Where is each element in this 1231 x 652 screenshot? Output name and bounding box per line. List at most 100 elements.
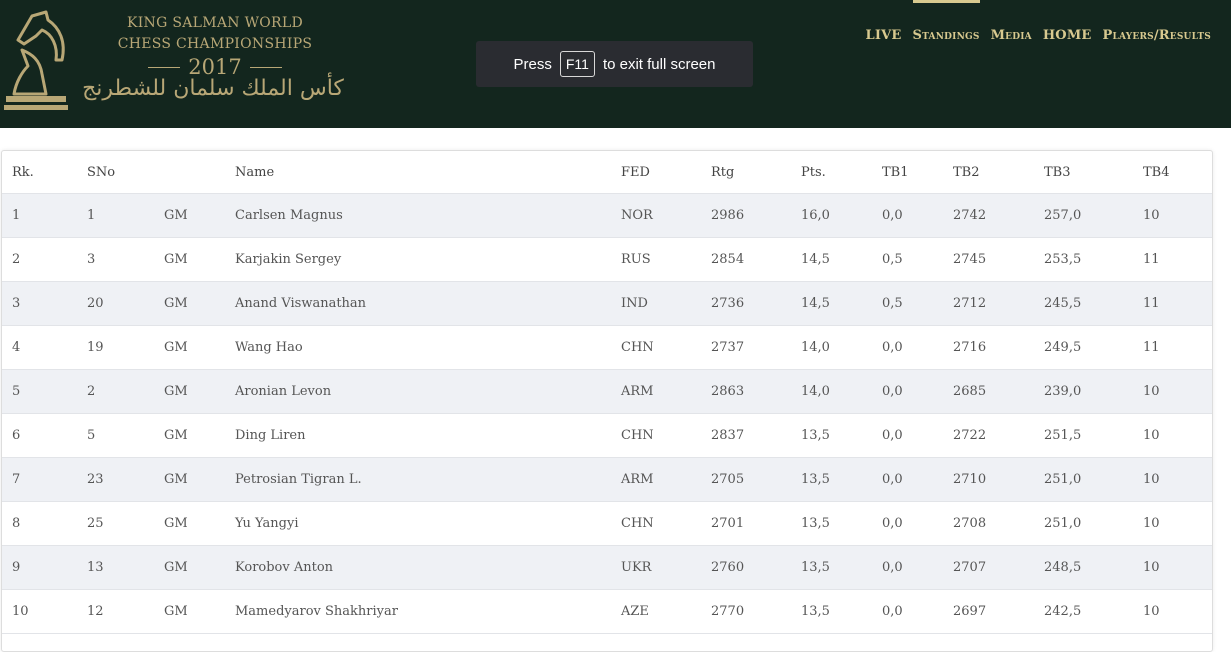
sno-cell: 23 <box>87 457 164 502</box>
table-row[interactable]: 3 20 GM Anand Viswanathan IND 2736 14,5 0,5 2712… <box>2 281 1212 326</box>
table-row[interactable]: 7 23 GM Petrosian Tigran L. ARM 2705 13,5 0,0 27… <box>2 457 1212 502</box>
toast-prefix: Press <box>513 55 552 73</box>
title-cell: GM <box>164 369 235 414</box>
tb4-cell: 10 <box>1143 457 1212 502</box>
rating-cell: 2837 <box>711 413 801 458</box>
tb2-cell: 2716 <box>953 325 1044 370</box>
rating-cell: 2854 <box>711 237 801 282</box>
column-header-rank[interactable]: Rk. <box>2 151 87 194</box>
column-header-name[interactable]: Name <box>235 151 621 194</box>
tb1-cell: 0,0 <box>882 545 953 590</box>
title-cell: GM <box>164 413 235 458</box>
tb1-cell: 0,0 <box>882 369 953 414</box>
player-name-link[interactable]: Aronian Levon <box>235 369 621 414</box>
player-name-link[interactable]: Karjakin Sergey <box>235 237 621 282</box>
tb2-cell: 2685 <box>953 369 1044 414</box>
divider <box>249 66 282 68</box>
column-header-rtg[interactable]: Rtg <box>711 151 801 194</box>
tb3-cell: 242,5 <box>1044 589 1143 634</box>
tb1-cell: 0,5 <box>882 237 953 282</box>
federation-cell: CHN <box>621 325 711 370</box>
sno-cell: 20 <box>87 281 164 326</box>
table-row[interactable]: 8 25 GM Yu Yangyi CHN 2701 13,5 0,0 2708 251,0 10 <box>2 501 1212 546</box>
points-cell: 14,0 <box>801 369 882 414</box>
federation-cell: AZE <box>621 589 711 634</box>
points-cell: 14,5 <box>801 281 882 326</box>
rank-cell: 10 <box>2 589 87 634</box>
column-header-tb1[interactable]: TB1 <box>882 151 953 194</box>
nav-media[interactable]: Media <box>991 28 1032 43</box>
tb2-cell: 2708 <box>953 501 1044 546</box>
table-row[interactable]: 1 1 GM Carlsen Magnus NOR 2986 16,0 0,0 2742 257,… <box>2 193 1212 238</box>
table-row[interactable]: 6 5 GM Ding Liren CHN 2837 13,5 0,0 2722 251,5 10 <box>2 413 1212 458</box>
tb2-cell: 2710 <box>953 457 1044 502</box>
federation-cell: CHN <box>621 413 711 458</box>
chess-knight-icon[interactable] <box>2 10 70 112</box>
player-name-link[interactable]: Petrosian Tigran L. <box>235 457 621 502</box>
player-name-link[interactable]: Yu Yangyi <box>235 501 621 546</box>
points-cell: 14,5 <box>801 237 882 282</box>
points-cell: 13,5 <box>801 545 882 590</box>
tb3-cell: 249,5 <box>1044 325 1143 370</box>
column-header-sno[interactable]: SNo <box>87 151 164 194</box>
player-name-link[interactable]: Ding Liren <box>235 413 621 458</box>
tb1-cell: 0,0 <box>882 325 953 370</box>
title-cell: GM <box>164 457 235 502</box>
rating-cell: 2760 <box>711 545 801 590</box>
title-cell: GM <box>164 501 235 546</box>
sno-cell: 5 <box>87 413 164 458</box>
table-row[interactable]: 2 3 GM Karjakin Sergey RUS 2854 14,5 0,5 2745 253… <box>2 237 1212 282</box>
brand-title-line1: KING SALMAN WORLD <box>126 15 304 31</box>
toast-suffix: to exit full screen <box>602 55 716 73</box>
table-row[interactable]: 9 13 GM Korobov Anton UKR 2760 13,5 0,0 2707 248,… <box>2 545 1212 590</box>
tb3-cell: 251,0 <box>1044 457 1143 502</box>
player-name-link[interactable]: Wang Hao <box>235 325 621 370</box>
title-cell: GM <box>164 193 235 238</box>
federation-cell: ARM <box>621 457 711 502</box>
table-row[interactable]: 10 12 GM Mamedyarov Shakhriyar AZE 2770 13,5 0,… <box>2 589 1212 634</box>
rank-cell: 6 <box>2 413 87 458</box>
player-name-link[interactable]: Mamedyarov Shakhriyar <box>235 589 621 634</box>
rank-cell: 9 <box>2 545 87 590</box>
tb1-cell: 0,0 <box>882 457 953 502</box>
rating-cell: 2770 <box>711 589 801 634</box>
tb4-cell: 10 <box>1143 369 1212 414</box>
column-header-tb3[interactable]: TB3 <box>1044 151 1143 194</box>
points-cell: 13,5 <box>801 457 882 502</box>
nav-standings[interactable]: Standings <box>912 0 980 43</box>
sno-cell: 25 <box>87 501 164 546</box>
rank-cell: 5 <box>2 369 87 414</box>
points-cell: 13,5 <box>801 413 882 458</box>
federation-cell: RUS <box>621 237 711 282</box>
tb4-cell: 10 <box>1143 193 1212 238</box>
points-cell: 16,0 <box>801 193 882 238</box>
tb1-cell: 0,0 <box>882 193 953 238</box>
tb3-cell: 251,0 <box>1044 501 1143 546</box>
federation-cell: ARM <box>621 369 711 414</box>
sno-cell: 2 <box>87 369 164 414</box>
nav-home[interactable]: HOME <box>1043 28 1092 43</box>
points-cell: 13,5 <box>801 589 882 634</box>
tb2-cell: 2707 <box>953 545 1044 590</box>
tb2-cell: 2697 <box>953 589 1044 634</box>
player-name-link[interactable]: Carlsen Magnus <box>235 193 621 238</box>
column-header-tb2[interactable]: TB2 <box>953 151 1044 194</box>
table-row[interactable]: 4 19 GM Wang Hao CHN 2737 14,0 0,0 2716 249,5 11 <box>2 325 1212 370</box>
player-name-link[interactable]: Korobov Anton <box>235 545 621 590</box>
nav-live[interactable]: LIVE <box>866 28 902 43</box>
main-nav: LIVE Standings Media HOME Players/Result… <box>866 0 1211 43</box>
column-header-pts[interactable]: Pts. <box>801 151 882 194</box>
tb3-cell: 251,5 <box>1044 413 1143 458</box>
tb3-cell: 248,5 <box>1044 545 1143 590</box>
brand-title-line2: CHESS CHAMPIONSHIPS <box>117 36 313 52</box>
rank-cell: 4 <box>2 325 87 370</box>
tb2-cell: 2712 <box>953 281 1044 326</box>
nav-players-results[interactable]: Players/Results <box>1103 28 1211 43</box>
standings-table-container: Rk. SNo Name FED Rtg Pts. TB1 TB2 TB3 TB… <box>1 150 1213 652</box>
rating-cell: 2701 <box>711 501 801 546</box>
column-header-fed[interactable]: FED <box>621 151 711 194</box>
column-header-tb4[interactable]: TB4 <box>1143 151 1212 194</box>
player-name-link[interactable]: Anand Viswanathan <box>235 281 621 326</box>
tb1-cell: 0,0 <box>882 589 953 634</box>
table-row[interactable]: 5 2 GM Aronian Levon ARM 2863 14,0 0,0 2685 239,0… <box>2 369 1212 414</box>
